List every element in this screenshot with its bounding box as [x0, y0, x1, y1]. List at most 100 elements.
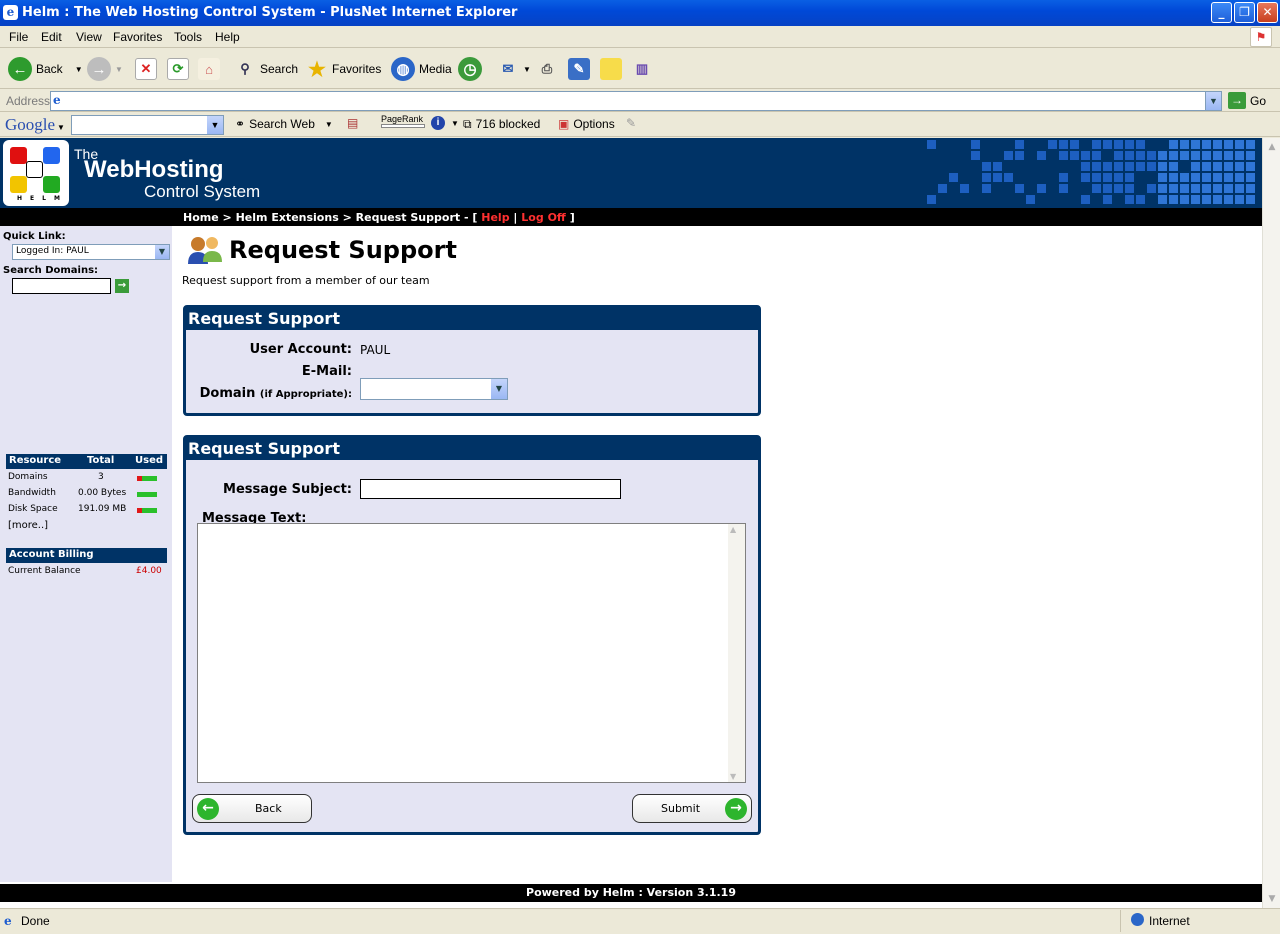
panel-title: Request Support [186, 308, 758, 330]
pixel-cell [1180, 184, 1189, 193]
menu-tools[interactable]: Tools [174, 30, 202, 44]
home-button[interactable]: ⌂ [198, 55, 220, 83]
google-options-button[interactable]: ▣ Options [558, 117, 615, 131]
pixel-cell [1158, 151, 1167, 160]
go-arrow-icon: → [1228, 92, 1246, 109]
brand-line3: Control System [144, 182, 261, 201]
domain-dropdown-icon[interactable]: ▼ [491, 379, 507, 399]
scroll-down-icon[interactable]: ▼ [1264, 891, 1280, 907]
pixel-cell [1202, 140, 1211, 149]
search-domains-go-icon[interactable]: → [115, 279, 129, 293]
mail-dropdown-icon[interactable]: ▼ [523, 65, 531, 74]
popup-blocker-button[interactable]: ⧉ 716 blocked [463, 117, 540, 132]
window-title-bar[interactable]: e Helm : The Web Hosting Control System … [0, 0, 1280, 26]
menu-file[interactable]: File [9, 30, 28, 44]
scroll-up-icon[interactable]: ▲ [1264, 139, 1280, 155]
google-search-dropdown-icon[interactable]: ▼ [207, 116, 223, 134]
highlight-pen-icon[interactable]: ✎ [626, 116, 636, 130]
panel-title: Request Support [186, 438, 758, 460]
domain-select[interactable]: ▼ [360, 378, 508, 400]
pixel-cell [1169, 195, 1178, 204]
pixel-cell [1158, 195, 1167, 204]
menu-edit[interactable]: Edit [41, 30, 62, 44]
address-dropdown-icon[interactable]: ▼ [1205, 92, 1221, 110]
back-dropdown-icon[interactable]: ▼ [75, 65, 83, 74]
address-bar: Address e ▼ → Go [0, 90, 1280, 112]
star-icon: ★ [308, 58, 326, 81]
resource-row-bandwidth: Bandwidth 0.00 Bytes [8, 488, 168, 504]
submit-button[interactable]: Submit → [632, 794, 752, 823]
search-domains-input[interactable] [12, 278, 111, 294]
history-button[interactable]: ◷ [458, 55, 482, 83]
back-button-form[interactable]: ← Back [192, 794, 312, 823]
menu-help[interactable]: Help [215, 30, 240, 44]
message-panel: Request Support Message Subject: Message… [183, 435, 761, 835]
stop-button[interactable]: ✕ [135, 55, 157, 83]
domain-label: Domain (if Appropriate): [199, 386, 352, 401]
status-bar: e Done Internet [0, 908, 1280, 934]
pixel-cell [1191, 195, 1200, 204]
menu-favorites[interactable]: Favorites [113, 30, 162, 44]
pixel-cell [1103, 162, 1112, 171]
history-icon: ◷ [458, 57, 482, 81]
message-text-scrollbar[interactable]: ▲ ▼ [728, 524, 745, 782]
news-icon[interactable]: ▤ [347, 116, 358, 130]
pixel-cell [1136, 162, 1145, 171]
close-button[interactable]: ✕ [1257, 2, 1278, 23]
message-subject-input[interactable] [360, 479, 621, 499]
pixel-cell [993, 162, 1002, 171]
forward-button[interactable]: → ▼ [87, 55, 123, 83]
breadcrumb-extensions-link[interactable]: Helm Extensions [236, 211, 339, 224]
go-button[interactable]: → Go [1228, 92, 1266, 109]
pixel-cell [1092, 184, 1101, 193]
info-dropdown-icon[interactable]: ▼ [451, 119, 459, 128]
more-resources-link[interactable]: [more..] [8, 520, 48, 531]
mail-button[interactable]: ✉ ▼ [497, 55, 531, 83]
print-button[interactable]: ⎙ [536, 55, 558, 83]
refresh-button[interactable]: ⟳ [167, 55, 189, 83]
search-web-button[interactable]: ⚭ Search Web ▼ [235, 117, 333, 131]
pixel-cell [1202, 162, 1211, 171]
status-divider [1120, 910, 1121, 932]
research-button[interactable]: ▥ [631, 55, 653, 83]
help-link[interactable]: Help [481, 211, 509, 224]
pagerank-indicator[interactable]: PageRank [381, 114, 425, 128]
breadcrumb-home-link[interactable]: Home [183, 211, 219, 224]
search-button[interactable]: ⚲ Search [234, 55, 298, 83]
back-button[interactable]: ← Back ▼ [8, 55, 83, 83]
scroll-up-icon[interactable]: ▲ [730, 525, 736, 534]
address-input[interactable]: e ▼ [50, 91, 1222, 111]
pixel-cell [1246, 162, 1255, 171]
edit-button[interactable]: ✎ [568, 55, 590, 83]
scroll-down-icon[interactable]: ▼ [730, 772, 736, 781]
menu-view[interactable]: View [76, 30, 102, 44]
search-web-dropdown-icon[interactable]: ▼ [325, 120, 333, 129]
google-search-input[interactable]: ▼ [71, 115, 224, 135]
minimize-button[interactable]: _ [1211, 2, 1232, 23]
google-logo[interactable]: Google ▼ [5, 115, 65, 135]
maximize-button[interactable]: ❐ [1234, 2, 1255, 23]
pixel-cell [1169, 162, 1178, 171]
helm-logo[interactable]: HELM [3, 140, 69, 206]
pixel-cell [927, 140, 936, 149]
log-off-link[interactable]: Log Off [521, 211, 566, 224]
quick-link-select[interactable]: Logged In: PAUL ▼ [12, 244, 170, 260]
pixel-cell [1147, 184, 1156, 193]
info-icon[interactable]: i [431, 116, 445, 130]
pixel-cell [949, 173, 958, 182]
pixel-cell [1202, 195, 1211, 204]
pixel-cell [1169, 140, 1178, 149]
page-scrollbar[interactable]: ▲ ▼ [1262, 138, 1280, 908]
google-dropdown-icon[interactable]: ▼ [57, 123, 65, 132]
pixel-cell [938, 184, 947, 193]
quick-link-dropdown-icon[interactable]: ▼ [155, 245, 169, 259]
media-button[interactable]: ◍ Media [391, 55, 452, 83]
discuss-button[interactable] [600, 55, 622, 83]
message-text-area[interactable]: ▲ ▼ [197, 523, 746, 783]
support-people-icon [186, 234, 224, 266]
pixel-cell [1103, 173, 1112, 182]
pixel-cell [1092, 173, 1101, 182]
pixel-cell [1235, 184, 1244, 193]
favorites-button[interactable]: ★ Favorites [306, 55, 381, 83]
options-icon: ▣ [558, 117, 570, 131]
